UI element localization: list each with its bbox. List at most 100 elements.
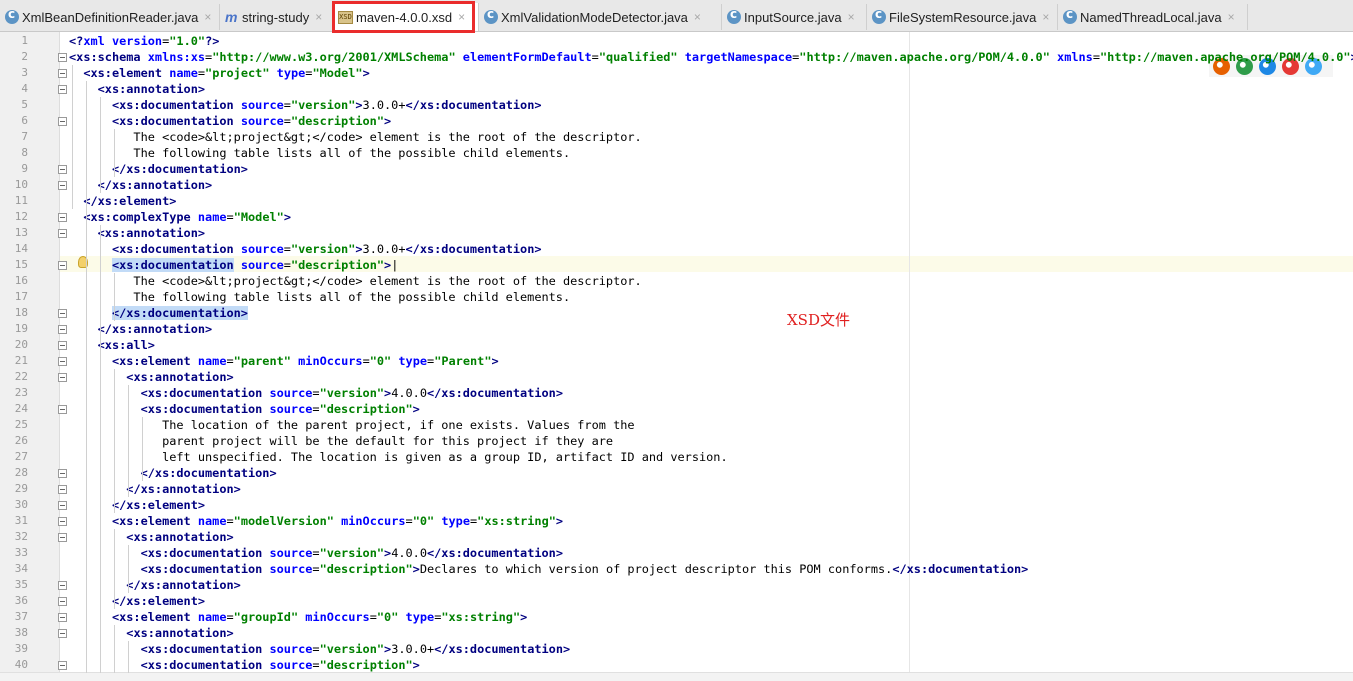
close-tab-icon[interactable]: × (694, 10, 701, 24)
fold-toggle-icon[interactable] (58, 69, 67, 78)
code-token: name (197, 354, 227, 368)
code-line[interactable]: <?xml version="1.0"?> (69, 33, 219, 49)
code-line[interactable]: parent project will be the default for t… (69, 433, 613, 449)
code-line[interactable]: The location of the parent project, if o… (69, 417, 635, 433)
code-line[interactable]: The following table lists all of the pos… (69, 289, 570, 305)
code-line[interactable]: <xs:documentation source="description">| (69, 257, 398, 273)
line-number: 33 (14, 546, 28, 559)
code-line[interactable]: The <code>&lt;project&gt;</code> element… (69, 273, 641, 289)
code-line[interactable]: <xs:documentation source="description"> (69, 113, 391, 129)
tab-namedthreadlocal-java[interactable]: NamedThreadLocal.java × (1058, 4, 1248, 30)
fold-toggle-icon[interactable] (58, 581, 67, 590)
fold-toggle-icon[interactable] (58, 261, 67, 270)
fold-toggle-icon[interactable] (58, 533, 67, 542)
line-number: 17 (14, 290, 28, 303)
fold-toggle-icon[interactable] (58, 325, 67, 334)
code-token: The location of the parent project, if o… (69, 418, 635, 432)
code-token: = (283, 98, 291, 112)
fold-toggle-icon[interactable] (58, 469, 67, 478)
tab-xmlvalidationmodedetector-java[interactable]: XmlValidationModeDetector.java × (479, 4, 722, 30)
code-line[interactable]: <xs:complexType name="Model"> (69, 209, 291, 225)
horizontal-scrollbar[interactable] (0, 672, 1353, 681)
code-line[interactable]: The following table lists all of the pos… (69, 145, 570, 161)
code-line[interactable]: <xs:documentation source="version">4.0.0… (69, 385, 563, 401)
code-token: <xs:annotation> (97, 226, 206, 240)
code-line[interactable]: <xs:element name="groupId" minOccurs="0"… (69, 609, 527, 625)
fold-toggle-icon[interactable] (58, 53, 67, 62)
code-line[interactable]: </xs:annotation> (69, 321, 213, 337)
code-line[interactable]: </xs:documentation> (69, 161, 248, 177)
code-line[interactable]: </xs:annotation> (69, 177, 213, 193)
code-line[interactable]: <xs:annotation> (69, 369, 233, 385)
code-line[interactable]: <xs:documentation source="description">D… (69, 561, 1029, 577)
close-tab-icon[interactable]: × (1228, 10, 1235, 24)
code-line[interactable]: </xs:element> (69, 497, 205, 513)
fold-toggle-icon[interactable] (58, 405, 67, 414)
tab-inputsource-java[interactable]: InputSource.java × (722, 4, 867, 30)
code-line[interactable]: <xs:annotation> (69, 625, 233, 641)
close-tab-icon[interactable]: × (315, 10, 322, 24)
fold-toggle-icon[interactable] (58, 213, 67, 222)
close-tab-icon[interactable]: × (848, 10, 855, 24)
close-tab-icon[interactable]: × (1042, 10, 1049, 24)
fold-toggle-icon[interactable] (58, 661, 67, 670)
tab-maven-4-0-0-xsd[interactable]: XSD maven-4.0.0.xsd × (333, 3, 479, 31)
tab-filesystemresource-java[interactable]: FileSystemResource.java × (867, 4, 1058, 30)
line-number: 11 (14, 194, 28, 207)
close-tab-icon[interactable]: × (204, 10, 211, 24)
code-token: <xs:element (111, 514, 198, 528)
code-line[interactable]: left unspecified. The location is given … (69, 449, 728, 465)
maven-icon: m (225, 9, 238, 25)
fold-toggle-icon[interactable] (58, 229, 67, 238)
code-line[interactable]: <xs:documentation source="description"> (69, 657, 420, 673)
fold-toggle-icon[interactable] (58, 373, 67, 382)
fold-toggle-icon[interactable] (58, 613, 67, 622)
fold-toggle-icon[interactable] (58, 597, 67, 606)
tab-string-study[interactable]: m string-study × (220, 4, 333, 30)
code-token: = (283, 114, 291, 128)
fold-toggle-icon[interactable] (58, 117, 67, 126)
fold-toggle-icon[interactable] (58, 181, 67, 190)
code-token: > (355, 242, 363, 256)
code-line[interactable]: <xs:documentation source="version">3.0.0… (69, 97, 542, 113)
code-line[interactable]: <xs:element name="parent" minOccurs="0" … (69, 353, 499, 369)
code-line[interactable]: </xs:element> (69, 593, 205, 609)
code-line[interactable]: <xs:element name="project" type="Model"> (69, 65, 369, 81)
fold-toggle-icon[interactable] (58, 501, 67, 510)
fold-toggle-icon[interactable] (58, 629, 67, 638)
class-icon (872, 7, 886, 24)
code-line[interactable]: <xs:documentation source="version">4.0.0… (69, 545, 563, 561)
fold-toggle-icon[interactable] (58, 165, 67, 174)
close-tab-icon[interactable]: × (458, 10, 465, 24)
code-token: xmlns (1057, 50, 1093, 64)
fold-toggle-icon[interactable] (58, 517, 67, 526)
code-token: source (240, 114, 284, 128)
code-line[interactable]: <xs:documentation source="version">3.0.0… (69, 641, 571, 657)
code-line[interactable]: The <code>&lt;project&gt;</code> element… (69, 129, 641, 145)
code-token: > (283, 210, 291, 224)
code-line[interactable]: <xs:annotation> (69, 225, 205, 241)
indent-guide (100, 225, 101, 337)
code-token: = (312, 658, 320, 672)
code-line[interactable]: <xs:schema xmlns:xs = "http://www.w3.org/2… (69, 49, 1353, 65)
tab-xmlbeandefinitionreader-java[interactable]: XmlBeanDefinitionReader.java × (0, 4, 220, 30)
fold-toggle-icon[interactable] (58, 85, 67, 94)
code-line[interactable]: <xs:documentation source="version">3.0.0… (69, 241, 542, 257)
fold-toggle-icon[interactable] (58, 357, 67, 366)
code-line[interactable]: </xs:annotation> (69, 577, 241, 593)
code-line[interactable]: <xs:annotation> (69, 529, 233, 545)
code-line[interactable]: <xs:annotation> (69, 81, 205, 97)
code-line[interactable]: </xs:annotation> (69, 481, 241, 497)
code-line[interactable]: <xs:documentation source="description"> (69, 401, 420, 417)
fold-toggle-icon[interactable] (58, 485, 67, 494)
code-token: <xs:schema (69, 50, 148, 64)
code-line[interactable]: <xs:all> (69, 337, 155, 353)
code-line[interactable]: </xs:documentation> (69, 305, 248, 321)
fold-toggle-icon[interactable] (58, 341, 67, 350)
code-line[interactable]: <xs:element name="modelVersion" minOccur… (69, 513, 563, 529)
code-token: source (269, 562, 313, 576)
fold-toggle-icon[interactable] (58, 309, 67, 318)
